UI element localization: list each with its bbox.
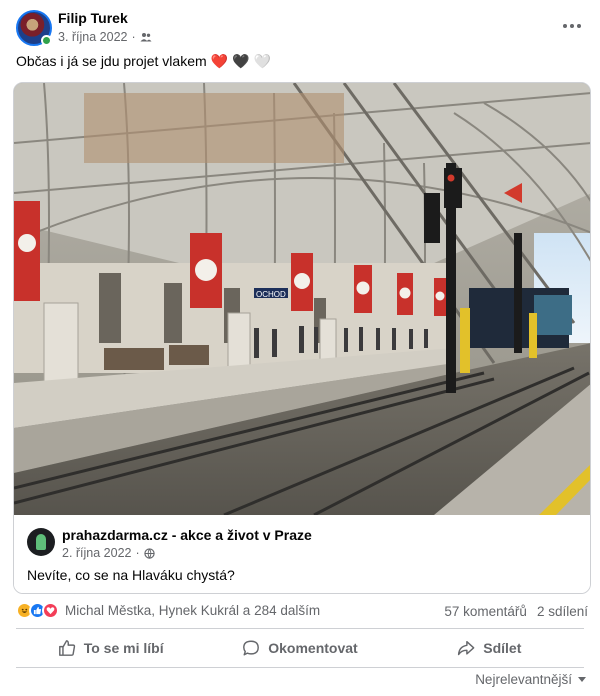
friends-icon <box>140 33 152 42</box>
post-text-content: Občas i já se jdu projet vlakem <box>16 53 207 69</box>
share-icon <box>458 640 475 656</box>
online-status-dot <box>41 35 52 46</box>
shared-photo[interactable]: OCHOD <box>14 83 590 515</box>
sort-label: Nejrelevantnější <box>475 672 572 687</box>
comment-sort-dropdown[interactable]: Nejrelevantnější <box>475 672 586 687</box>
thumbs-up-icon <box>58 640 75 656</box>
reaction-names[interactable]: Michal Městka, Hynek Kukrál a 284 dalším <box>65 603 320 618</box>
shared-post-card[interactable]: OCHOD prahazdarma.cz - akce a život v Pr… <box>13 82 591 594</box>
comment-icon <box>243 640 260 656</box>
like-button[interactable]: To se mi líbí <box>16 633 205 663</box>
divider-top <box>16 628 584 629</box>
comment-button[interactable]: Okomentovat <box>205 633 394 663</box>
page-avatar[interactable] <box>27 528 55 556</box>
caret-down-icon <box>578 677 586 682</box>
train-station-photo: OCHOD <box>14 83 590 515</box>
love-icon <box>42 602 59 619</box>
shared-author-name[interactable]: prahazdarma.cz - akce a život v Praze <box>62 527 312 543</box>
post-meta: 3. října 2022 · <box>58 30 152 44</box>
shared-post-date[interactable]: 2. října 2022 <box>62 546 132 560</box>
divider-bottom <box>16 667 584 668</box>
action-bar: To se mi líbí Okomentovat Sdílet <box>16 633 584 663</box>
globe-icon <box>143 547 155 559</box>
post-stats: 57 komentářů 2 sdílení <box>444 604 588 619</box>
station-sign: OCHOD <box>256 290 286 299</box>
post-text: Občas i já se jdu projet vlakem ❤️ 🖤 🤍 <box>16 53 271 69</box>
more-options-button[interactable] <box>558 14 586 38</box>
reaction-summary[interactable]: Michal Městka, Hynek Kukrál a 284 dalším <box>16 602 320 619</box>
shared-post-meta: 2. října 2022 · <box>62 546 155 560</box>
shared-post-text: Nevíte, co se na Hlaváku chystá? <box>27 567 235 583</box>
share-button[interactable]: Sdílet <box>395 633 584 663</box>
shared-post-header: prahazdarma.cz - akce a život v Praze 2.… <box>14 515 590 593</box>
post-date[interactable]: 3. října 2022 <box>58 30 128 44</box>
red-heart-icon: ❤️ <box>210 53 229 69</box>
post-header: Filip Turek 3. října 2022 · <box>0 0 600 50</box>
shares-count[interactable]: 2 sdílení <box>537 604 588 619</box>
black-heart-icon: 🖤 <box>232 53 250 69</box>
comment-button-label: Okomentovat <box>268 640 358 656</box>
author-name[interactable]: Filip Turek <box>58 10 128 26</box>
like-button-label: To se mi líbí <box>83 640 164 656</box>
share-button-label: Sdílet <box>483 640 522 656</box>
comments-count[interactable]: 57 komentářů <box>444 604 527 619</box>
white-heart-icon: 🤍 <box>253 53 271 69</box>
